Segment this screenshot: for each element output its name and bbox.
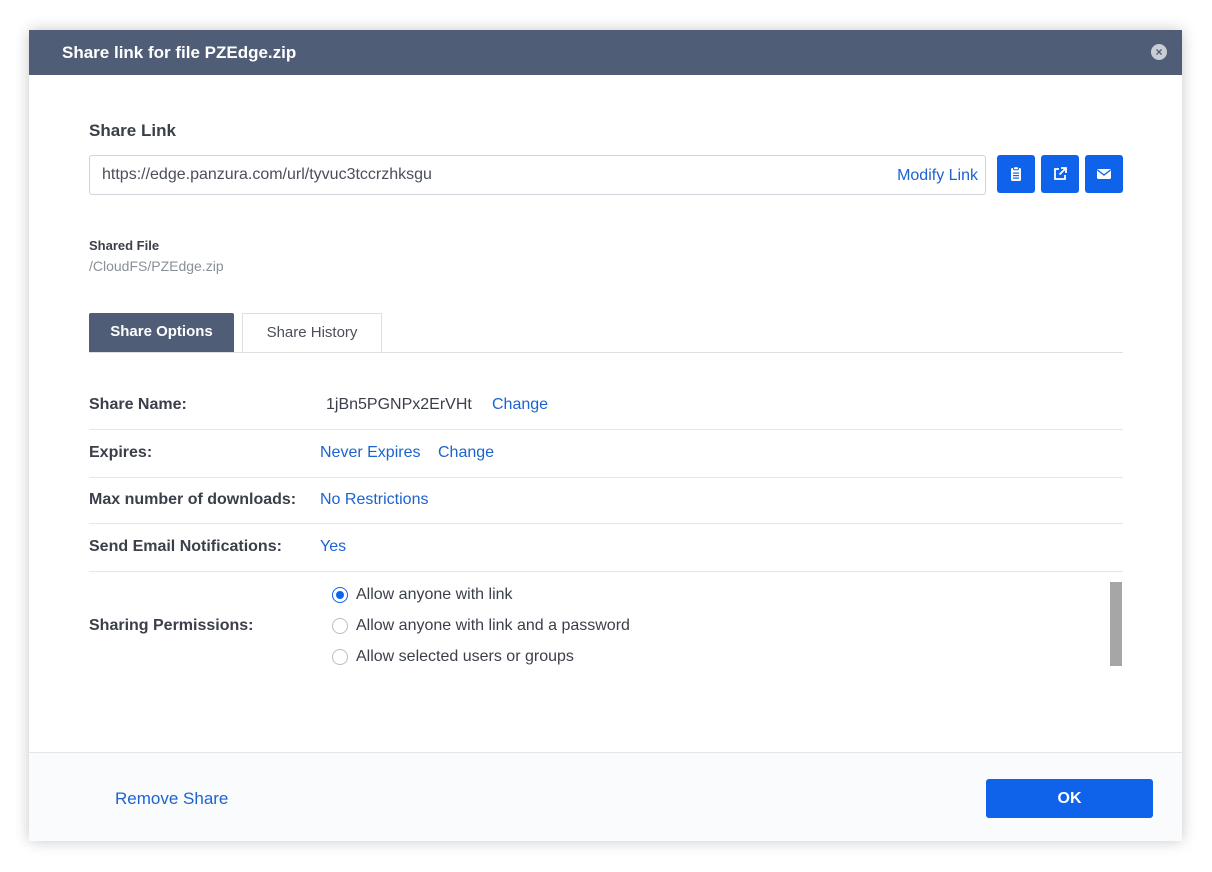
expires-label: Expires: xyxy=(89,444,153,461)
tab-divider xyxy=(89,352,1123,353)
ok-button[interactable]: OK xyxy=(986,779,1153,818)
copy-clipboard-button[interactable] xyxy=(997,155,1035,193)
radio-label[interactable]: Allow anyone with link and a password xyxy=(356,617,630,635)
email-link-button[interactable] xyxy=(1085,155,1123,193)
share-name-label: Share Name: xyxy=(89,396,187,413)
shared-file-path: /CloudFS/PZEdge.zip xyxy=(89,258,224,274)
email-notifications-label: Send Email Notifications: xyxy=(89,538,282,555)
share-link-input[interactable] xyxy=(102,166,862,184)
external-link-icon xyxy=(1054,167,1067,180)
remove-share-button[interactable]: Remove Share xyxy=(115,789,228,809)
max-downloads-label: Max number of downloads: xyxy=(89,491,297,508)
row-divider xyxy=(89,429,1123,430)
email-notifications-link[interactable]: Yes xyxy=(320,538,346,556)
change-expires-link[interactable]: Change xyxy=(438,444,494,462)
share-name-value: 1jBn5PGNPx2ErVHt xyxy=(326,396,472,413)
row-divider xyxy=(89,571,1123,572)
tab-share-history[interactable]: Share History xyxy=(242,313,382,352)
share-link-field: Modify Link xyxy=(89,155,986,195)
row-divider xyxy=(89,477,1123,478)
tab-share-options[interactable]: Share Options xyxy=(89,313,234,352)
expires-value-link[interactable]: Never Expires xyxy=(320,444,420,462)
shared-file-label: Shared File xyxy=(89,238,160,253)
scrollbar-thumb[interactable] xyxy=(1110,582,1122,666)
dialog-footer: Remove Share OK xyxy=(29,752,1182,841)
dialog-titlebar: Share link for file PZEdge.zip × xyxy=(29,30,1182,75)
change-share-name-link[interactable]: Change xyxy=(492,396,548,414)
radio-label[interactable]: Allow anyone with link xyxy=(356,586,513,604)
radio-button[interactable] xyxy=(332,649,348,665)
share-link-dialog: Share link for file PZEdge.zip × Share L… xyxy=(29,30,1182,841)
radio-button[interactable] xyxy=(332,587,348,603)
dialog-title: Share link for file PZEdge.zip xyxy=(62,43,297,62)
close-icon[interactable]: × xyxy=(1151,44,1167,60)
envelope-icon xyxy=(1097,169,1111,179)
radio-label[interactable]: Allow selected users or groups xyxy=(356,648,574,666)
sharing-permissions-label: Sharing Permissions: xyxy=(89,617,254,634)
radio-button[interactable] xyxy=(332,618,348,634)
share-link-label: Share Link xyxy=(89,121,176,140)
open-link-button[interactable] xyxy=(1041,155,1079,193)
modify-link-button[interactable]: Modify Link xyxy=(897,167,978,185)
max-downloads-link[interactable]: No Restrictions xyxy=(320,491,428,509)
clipboard-icon xyxy=(1011,166,1021,181)
row-divider xyxy=(89,523,1123,524)
